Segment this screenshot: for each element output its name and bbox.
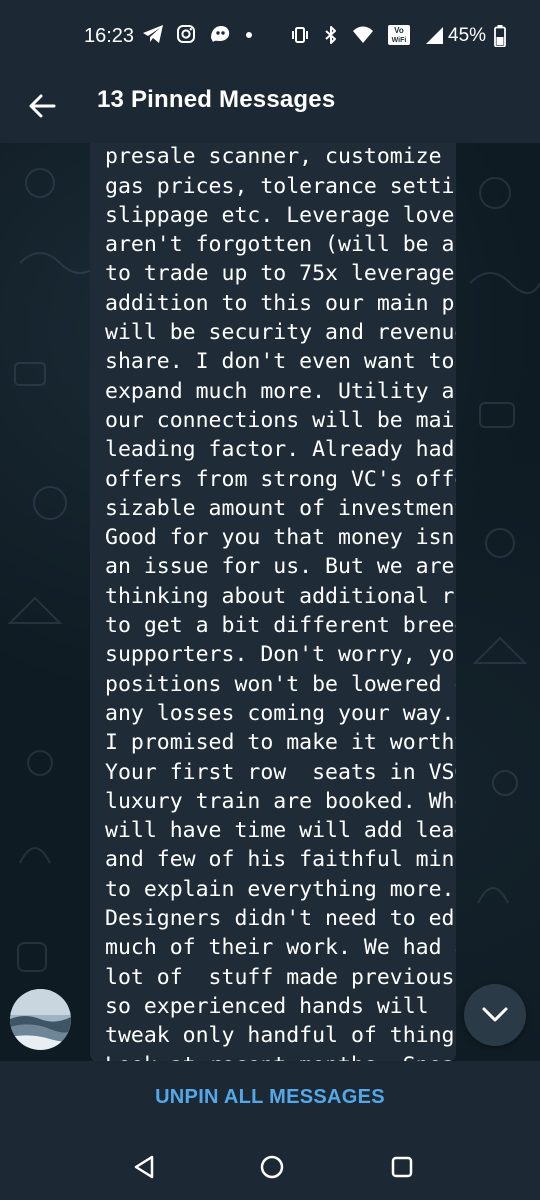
nav-home-button[interactable] <box>259 1154 285 1180</box>
message-line: Designers didn't need to edit <box>105 906 456 932</box>
message-line: Your first row seats in VSOE <box>105 759 456 785</box>
wifi-icon <box>352 25 374 45</box>
system-icons: Vo WiFi <box>290 24 444 46</box>
signal-icon <box>424 25 444 45</box>
message-line: luxury train are booked. When I <box>105 788 456 814</box>
message-line: will be security and revenue <box>105 320 456 346</box>
app-bar: 13 Pinned Messages <box>0 70 540 143</box>
telegram-icon <box>142 24 164 44</box>
message-line: will have time will add lead dev <box>105 818 456 844</box>
discord-icon <box>208 24 232 44</box>
message-line: to explain everything more. <box>105 876 455 902</box>
message-line: much of their work. We had a <box>105 935 456 961</box>
arrow-left-icon <box>24 86 64 126</box>
bluetooth-icon <box>323 25 339 45</box>
battery-percent: 45% <box>448 25 487 46</box>
message-line: Look at recent months. Sneak <box>105 1053 456 1062</box>
message-line: I promised to make it worthy. <box>105 730 456 756</box>
message-line: an issue for us. But we are def <box>105 554 455 580</box>
scroll-down-button[interactable] <box>464 984 526 1046</box>
message-line: slippage etc. Leverage lovers <box>105 202 456 228</box>
message-line: positions won't be lowered or <box>105 671 456 697</box>
notification-icons <box>142 24 254 44</box>
message-text: of wallets, buy, sell, snipe, presale sc… <box>105 143 456 1061</box>
vowifi-top-label: Vo <box>394 26 404 35</box>
instagram-icon <box>176 24 196 44</box>
bottom-action-bar: UNPIN ALL MESSAGES <box>0 1061 540 1134</box>
pinned-message-bubble[interactable]: of wallets, buy, sell, snipe, presale sc… <box>90 143 456 1061</box>
nav-back-button[interactable] <box>131 1154 157 1180</box>
message-line: and few of his faithful minions <box>105 847 456 873</box>
sender-avatar[interactable] <box>10 989 71 1050</box>
system-navigation-bar <box>0 1134 540 1200</box>
back-button[interactable] <box>24 86 64 126</box>
unpin-all-button[interactable]: UNPIN ALL MESSAGES <box>0 1061 540 1134</box>
message-line: gas prices, tolerance settings, <box>105 173 456 199</box>
message-line: aren't forgotten (will be able <box>105 232 456 258</box>
message-line: any losses coming your way. <box>105 700 455 726</box>
message-line: thinking about additional round <box>105 583 456 609</box>
message-line: lot of stuff made previously, <box>105 964 456 990</box>
message-line: so experienced hands will <box>105 993 429 1019</box>
message-line: to trade up to 75x leverage). In <box>105 261 456 287</box>
page-title: 13 Pinned Messages <box>97 86 336 113</box>
vibrate-icon <box>290 25 310 45</box>
message-line: share. I don't even want to <box>105 349 455 375</box>
vowifi-bottom-label: WiFi <box>392 37 407 44</box>
avatar-image <box>10 989 71 1050</box>
message-line: sizable amount of investment. <box>105 495 456 521</box>
chat-background: of wallets, buy, sell, snipe, presale sc… <box>0 143 540 1061</box>
vowifi-icon: Vo WiFi <box>387 24 411 46</box>
message-line: leading factor. Already had few <box>105 437 455 463</box>
message-line: presale scanner, customize <box>105 144 442 170</box>
status-bar: 16:23 Vo WiFi 45% <box>0 0 540 70</box>
battery-icon <box>494 25 506 47</box>
message-line: our connections will be main <box>105 407 456 433</box>
message-line: offers from strong VC's offering <box>105 466 456 492</box>
message-line: supporters. Don't worry, your <box>105 642 456 668</box>
status-time: 16:23 <box>84 25 135 47</box>
nav-recents-button[interactable] <box>389 1154 415 1180</box>
message-line: Good for you that money isn't <box>105 525 456 551</box>
message-line: to get a bit different breed of <box>105 613 456 639</box>
message-line: addition to this our main priority <box>105 290 456 316</box>
message-line: expand much more. Utility and <box>105 378 456 404</box>
dot-icon <box>244 24 254 44</box>
message-line: tweak only handful of things. <box>105 1023 456 1049</box>
